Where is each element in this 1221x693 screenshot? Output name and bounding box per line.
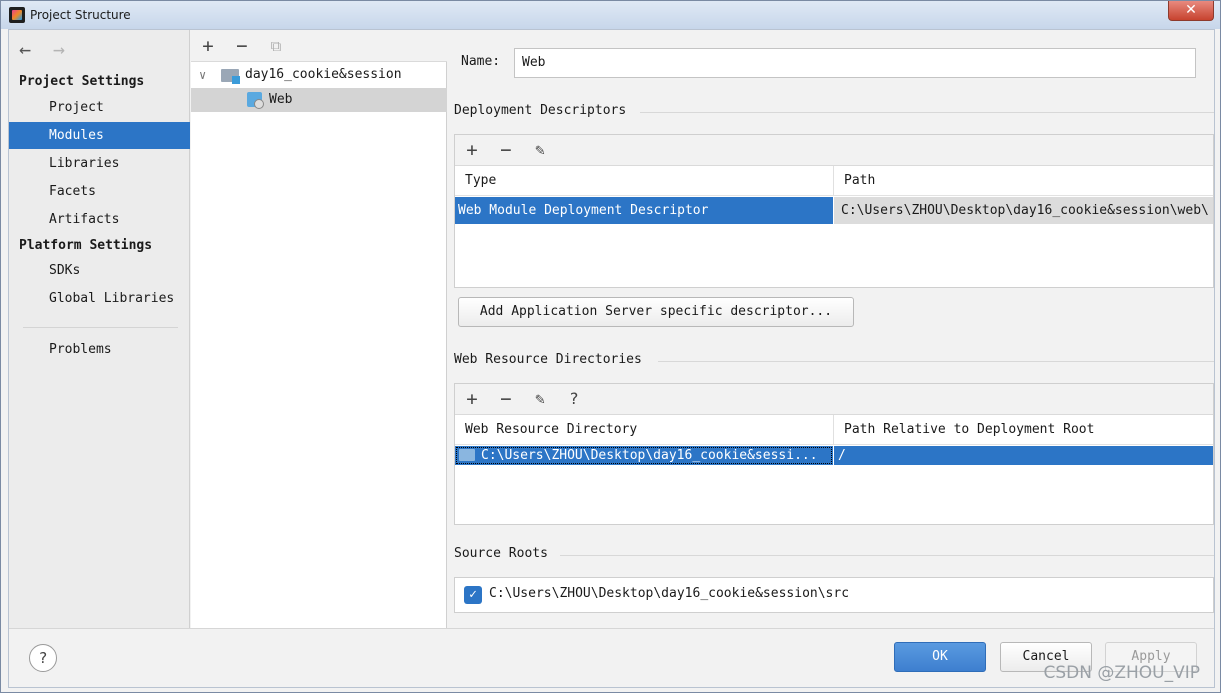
relative-path-column-header[interactable]: Path Relative to Deployment Root [833,415,1213,445]
remove-resource-icon[interactable]: − [495,388,517,410]
help-button[interactable]: ? [29,644,57,672]
resource-directory-column-header[interactable]: Web Resource Directory [455,415,833,445]
web-resource-directories-table: + − ✎ ? Web Resource Directory Path Rela… [454,383,1214,525]
sidebar-item-facets[interactable]: Facets [9,178,190,205]
ok-button[interactable]: OK [894,642,986,672]
module-tree-toolbar: + − ⧉ [191,30,447,62]
project-structure-window: Project Structure ✕ ← → Project Settings… [0,0,1221,693]
descriptor-path-cell[interactable]: C:\Users\ZHOU\Desktop\day16_cookie&sessi… [834,197,1213,224]
chevron-down-icon[interactable]: ∨ [199,63,206,87]
sidebar-item-sdks[interactable]: SDKs [9,257,190,284]
navigation-arrows: ← → [19,38,79,60]
module-folder-icon [221,69,240,84]
sidebar-item-artifacts[interactable]: Artifacts [9,206,190,233]
platform-settings-heading: Platform Settings [19,238,153,253]
module-tree-node[interactable]: ∨ day16_cookie&session [191,63,447,87]
back-arrow-icon[interactable]: ← [19,38,31,60]
deployment-table-header: Type Path [455,166,1213,196]
close-window-button[interactable]: ✕ [1168,1,1214,21]
source-root-path: C:\Users\ZHOU\Desktop\day16_cookie&sessi… [489,586,850,601]
csdn-watermark: CSDN @ZHOU_VIP [1043,663,1200,683]
table-row[interactable]: Web Module Deployment Descriptor C:\User… [455,197,1213,224]
module-name: day16_cookie&session [245,67,402,82]
add-server-descriptor-button[interactable]: Add Application Server specific descript… [458,297,854,327]
path-column-header[interactable]: Path [833,166,1213,196]
settings-sidebar: ← → Project Settings Project Modules Lib… [9,30,190,628]
relative-path-cell[interactable]: / [834,446,1213,465]
add-descriptor-icon[interactable]: + [461,139,483,161]
source-roots-heading-rule [560,555,1214,556]
resources-table-header: Web Resource Directory Path Relative to … [455,415,1213,445]
dialog-button-bar: ? OK Cancel Apply CSDN @ZHOU_VIP [9,628,1214,687]
facet-details-panel: Name: Web Deployment Descriptors + − ✎ T… [448,30,1214,628]
source-root-checkbox[interactable]: ✓ [464,586,482,604]
help-icon[interactable]: ? [563,388,585,410]
dialog-client-area: ← → Project Settings Project Modules Lib… [8,29,1215,688]
sidebar-divider [23,327,178,328]
descriptor-type-cell[interactable]: Web Module Deployment Descriptor [455,197,833,224]
web-facet-icon [247,92,264,109]
type-column-header[interactable]: Type [455,166,833,196]
web-facet-node[interactable]: Web [191,88,447,112]
sidebar-item-problems[interactable]: Problems [9,336,190,363]
web-resource-directories-heading: Web Resource Directories [454,352,642,367]
copy-module-icon[interactable]: ⧉ [265,35,287,57]
name-label: Name: [461,54,501,69]
deployment-heading-rule [640,112,1214,113]
web-facet-label: Web [269,92,293,107]
add-module-icon[interactable]: + [197,35,219,57]
resources-toolbar: + − ✎ ? [455,384,1213,415]
forward-arrow-icon[interactable]: → [53,38,65,60]
deployment-descriptors-table: + − ✎ Type Path Web Module Deployment De… [454,134,1214,288]
sidebar-item-modules[interactable]: Modules [9,122,190,149]
sidebar-item-project[interactable]: Project [9,94,190,121]
remove-module-icon[interactable]: − [231,35,253,57]
sidebar-item-global-libraries[interactable]: Global Libraries [9,285,190,312]
sidebar-item-libraries[interactable]: Libraries [9,150,190,177]
resources-heading-rule [658,361,1214,362]
edit-resource-icon[interactable]: ✎ [529,388,551,410]
edit-descriptor-icon[interactable]: ✎ [529,139,551,161]
module-tree-panel: + − ⧉ ∨ day16_cookie&session Web [191,30,447,628]
table-row[interactable]: C:\Users\ZHOU\Desktop\day16_cookie&sessi… [455,446,1213,465]
title-bar: Project Structure ✕ [1,1,1220,29]
folder-icon [459,449,475,461]
add-resource-icon[interactable]: + [461,388,483,410]
facet-name-field[interactable]: Web [514,48,1196,78]
resource-directory-path: C:\Users\ZHOU\Desktop\day16_cookie&sessi… [481,448,818,463]
project-settings-heading: Project Settings [19,74,145,89]
resource-directory-cell[interactable]: C:\Users\ZHOU\Desktop\day16_cookie&sessi… [455,446,833,465]
remove-descriptor-icon[interactable]: − [495,139,517,161]
deployment-toolbar: + − ✎ [455,135,1213,166]
window-title: Project Structure [30,8,131,22]
source-roots-heading: Source Roots [454,546,548,561]
deployment-descriptors-heading: Deployment Descriptors [454,103,627,118]
intellij-app-icon [9,7,25,23]
source-roots-list: ✓ C:\Users\ZHOU\Desktop\day16_cookie&ses… [454,577,1214,613]
